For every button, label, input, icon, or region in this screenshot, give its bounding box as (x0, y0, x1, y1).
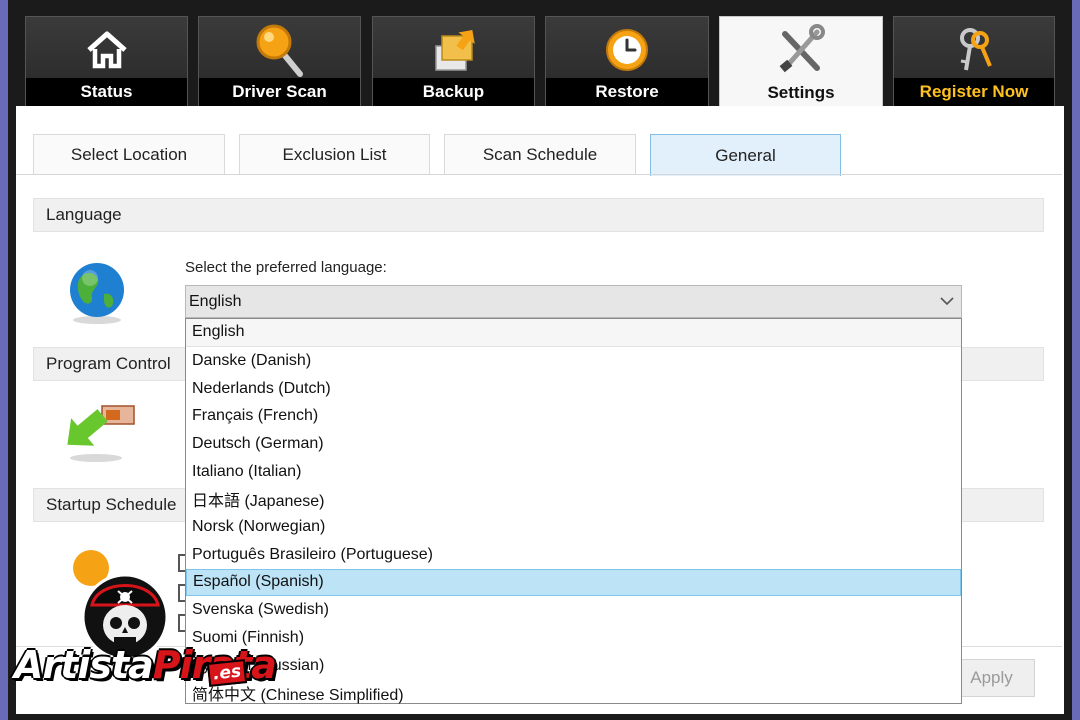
backup-folder-icon (434, 29, 475, 71)
tools-icon (779, 24, 825, 73)
section-title: Startup Schedule (46, 495, 177, 514)
tab-restore[interactable]: Restore (545, 16, 709, 107)
language-option[interactable]: Norsk (Norwegian) (186, 513, 961, 541)
tab-register-now[interactable]: Register Now (893, 16, 1055, 107)
subtab-label: General (715, 145, 776, 165)
subtab-label: Exclusion List (282, 145, 387, 164)
tab-label: Settings (720, 79, 882, 107)
chevron-down-icon (940, 297, 954, 306)
language-option[interactable]: Deutsch (German) (186, 430, 961, 458)
keys-icon (960, 28, 992, 71)
language-option[interactable]: Italiano (Italian) (186, 458, 961, 486)
subtab-select-location[interactable]: Select Location (33, 134, 225, 175)
subtab-scan-schedule[interactable]: Scan Schedule (444, 134, 636, 175)
subtab-label: Scan Schedule (482, 145, 598, 164)
tab-label: Driver Scan (199, 78, 360, 106)
home-icon (86, 31, 127, 69)
tab-label: Backup (373, 78, 534, 106)
tab-status[interactable]: Status (25, 16, 188, 107)
tab-label: Restore (546, 78, 708, 106)
watermark-text-white: Artista (14, 643, 154, 687)
language-option[interactable]: Nederlands (Dutch) (186, 375, 961, 403)
language-option[interactable]: Svenska (Swedish) (186, 596, 961, 624)
language-dropdown-list: English Danske (Danish) Nederlands (Dutc… (185, 318, 962, 704)
language-prompt: Select the preferred language: (185, 259, 387, 276)
tab-settings[interactable]: Settings (719, 16, 883, 108)
language-select[interactable]: English (185, 285, 962, 318)
subtab-label: Select Location (70, 145, 188, 164)
language-option[interactable]: Português Brasileiro (Portuguese) (186, 541, 961, 569)
section-header-language: Language (33, 198, 1044, 232)
arrow-shortcut-icon (67, 405, 135, 462)
language-option[interactable]: Français (French) (186, 402, 961, 430)
magnifier-icon (256, 24, 303, 77)
language-option[interactable]: English (186, 319, 961, 347)
clock-restore-icon (606, 29, 648, 71)
language-option[interactable]: Danske (Danish) (186, 347, 961, 375)
subtab-general[interactable]: General (650, 134, 841, 176)
language-option[interactable]: Русский (Russian) (186, 652, 961, 680)
tab-backup[interactable]: Backup (372, 16, 535, 107)
language-select-value: English (189, 292, 242, 310)
language-option[interactable]: 日本語 (Japanese) (186, 486, 961, 514)
watermark: ArtistaPirata .es (0, 565, 277, 720)
section-title: Language (46, 205, 122, 224)
globe-icon (70, 263, 124, 324)
tab-label: Status (26, 78, 187, 106)
language-option-highlighted[interactable]: Español (Spanish) (186, 568, 961, 597)
tab-label: Register Now (894, 78, 1054, 106)
tab-driver-scan[interactable]: Driver Scan (198, 16, 361, 107)
language-option[interactable]: Suomi (Finnish) (186, 624, 961, 652)
language-option[interactable]: 简体中文 (Chinese Simplified) (186, 679, 961, 707)
watermark-suffix: .es (206, 659, 248, 687)
subtab-exclusion-list[interactable]: Exclusion List (239, 134, 430, 175)
section-title: Program Control (46, 354, 171, 373)
divider (16, 174, 1062, 175)
